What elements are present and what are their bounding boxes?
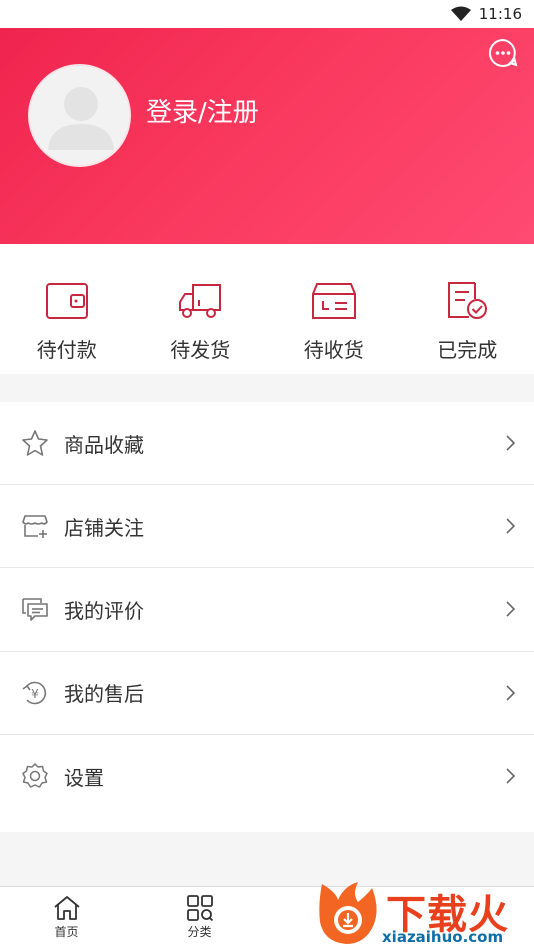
svg-text:¥: ¥ bbox=[31, 687, 39, 701]
wifi-icon bbox=[450, 6, 471, 22]
order-completed[interactable]: 已完成 bbox=[401, 244, 534, 374]
order-pending-payment[interactable]: 待付款 bbox=[0, 244, 134, 374]
wallet-icon bbox=[45, 283, 88, 319]
status-bar: 11:16 bbox=[0, 0, 534, 28]
tab-label: 首页 bbox=[54, 925, 79, 939]
gear-icon bbox=[22, 763, 48, 789]
category-icon bbox=[186, 895, 213, 921]
menu-item-reviews[interactable]: 我的评价 bbox=[0, 568, 534, 652]
watermark: 下载火 xiazaihuo.com bbox=[314, 878, 534, 949]
watermark-url: xiazaihuo.com bbox=[382, 928, 504, 946]
completed-doc-icon bbox=[448, 282, 488, 319]
menu-label: 店铺关注 bbox=[64, 515, 144, 540]
menu-list: 商品收藏 店铺关注 我的评价 ¥ 我的售后 设置 bbox=[0, 402, 534, 832]
flame-logo-icon bbox=[319, 882, 377, 944]
comment-icon bbox=[22, 598, 48, 622]
profile-header: 登录/注册 bbox=[0, 28, 534, 244]
order-label: 待付款 bbox=[36, 338, 97, 362]
menu-label: 商品收藏 bbox=[64, 432, 144, 457]
order-label: 已完成 bbox=[437, 338, 498, 362]
order-label: 待收货 bbox=[303, 338, 364, 362]
home-icon bbox=[53, 896, 80, 920]
shop-follow-icon bbox=[22, 515, 48, 539]
chevron-right-icon bbox=[506, 518, 516, 534]
after-sale-icon: ¥ bbox=[22, 681, 47, 704]
order-pending-shipment[interactable]: 待发货 bbox=[134, 244, 268, 374]
default-avatar-icon bbox=[30, 66, 129, 165]
tab-home[interactable]: 首页 bbox=[0, 887, 133, 949]
chevron-right-icon bbox=[506, 768, 516, 784]
menu-item-after-sales[interactable]: ¥ 我的售后 bbox=[0, 652, 534, 735]
order-label: 待发货 bbox=[170, 338, 231, 362]
chevron-right-icon bbox=[506, 601, 516, 618]
tab-label: 分类 bbox=[187, 925, 212, 939]
truck-icon bbox=[179, 284, 222, 318]
menu-item-followed-shops[interactable]: 店铺关注 bbox=[0, 485, 534, 569]
tab-category[interactable]: 分类 bbox=[133, 887, 266, 949]
order-status-bar: 待付款 待发货 待收货 已完成 bbox=[0, 244, 534, 374]
login-register-link[interactable]: 登录/注册 bbox=[146, 92, 259, 129]
star-icon bbox=[22, 430, 48, 456]
chevron-right-icon bbox=[506, 435, 516, 451]
box-icon bbox=[311, 283, 356, 319]
message-icon[interactable] bbox=[488, 38, 518, 68]
avatar[interactable] bbox=[28, 64, 131, 167]
menu-label: 设置 bbox=[64, 765, 104, 790]
menu-label: 我的评价 bbox=[64, 598, 144, 623]
menu-label: 我的售后 bbox=[64, 682, 144, 707]
menu-item-favorites[interactable]: 商品收藏 bbox=[0, 402, 534, 486]
status-time: 11:16 bbox=[478, 5, 522, 23]
menu-item-settings[interactable]: 设置 bbox=[0, 735, 534, 818]
chevron-right-icon bbox=[506, 685, 516, 701]
order-pending-receipt[interactable]: 待收货 bbox=[267, 244, 401, 374]
